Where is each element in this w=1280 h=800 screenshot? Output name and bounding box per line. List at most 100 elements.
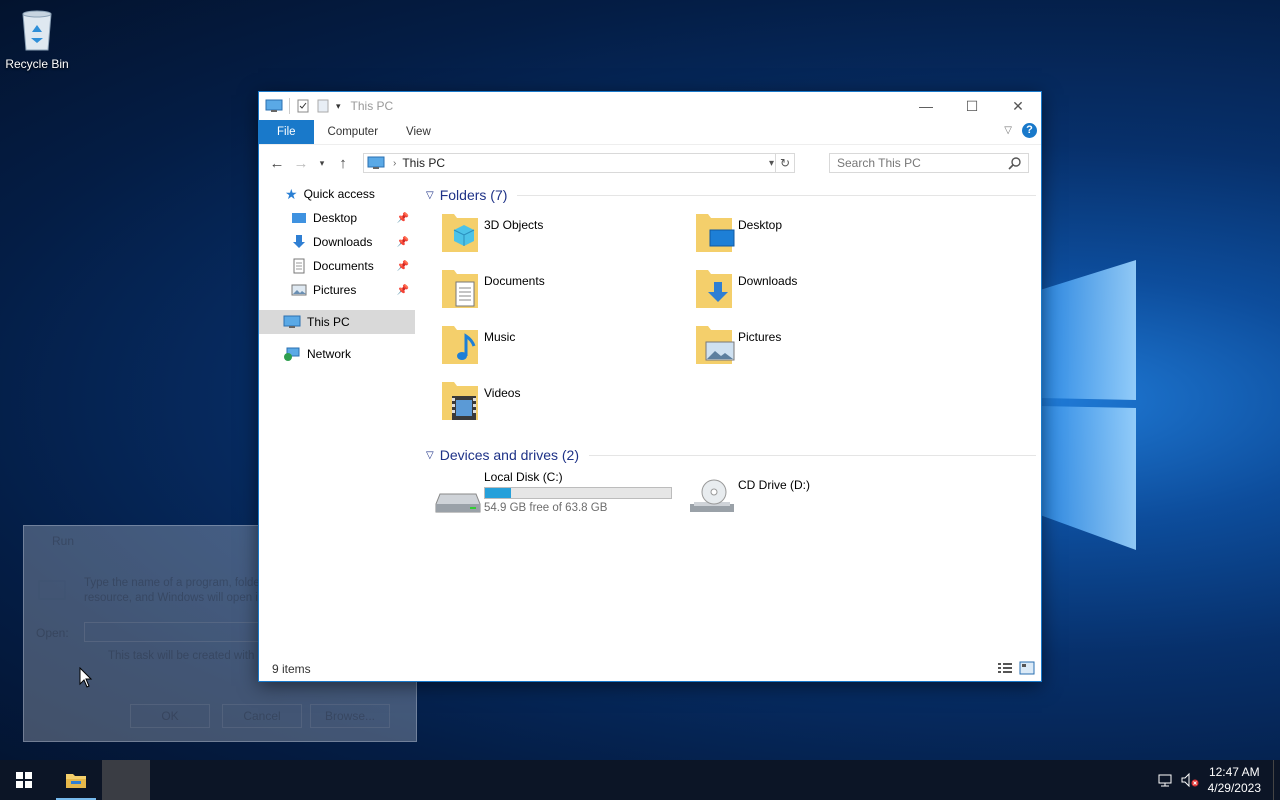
folder-label: 3D Objects [484, 218, 544, 232]
nav-label: Downloads [313, 235, 373, 249]
cd-drive-icon [690, 479, 734, 512]
pin-icon: 📌 [396, 284, 409, 296]
folder-pictures[interactable]: Pictures [692, 320, 946, 376]
breadcrumb-this-pc[interactable]: This PC [402, 156, 445, 170]
file-explorer-window: ▾ This PC — ☐ ✕ File Computer View ▽ ? ←… [258, 91, 1042, 682]
folder-label: Music [484, 330, 516, 344]
this-pc-icon [283, 315, 301, 328]
folders-header-label: Folders (7) [439, 187, 508, 203]
nav-network[interactable]: Network [259, 342, 415, 366]
refresh-icon[interactable]: ↻ [775, 154, 794, 172]
run-cancel-button[interactable]: Cancel [222, 704, 302, 728]
new-folder-icon[interactable] [316, 99, 330, 113]
nav-this-pc[interactable]: This PC [259, 310, 415, 334]
pin-icon: 📌 [396, 236, 409, 248]
folder-documents[interactable]: Documents [438, 264, 692, 320]
quick-access-toolbar: ▾ [259, 98, 341, 114]
taskbar: 12:47 AM 4/29/2023 [0, 760, 1280, 800]
customize-toolbar-chevron-icon[interactable]: ▾ [336, 101, 341, 112]
drive-usage-fill [485, 488, 512, 498]
navigation-bar: ← → ▾ ↑ › This PC ▾ ↻ [259, 145, 1041, 181]
address-bar[interactable]: › This PC ▾ ↻ [363, 153, 795, 173]
windows-wallpaper-logo [1040, 260, 1136, 550]
folders-grid: 3D Objects Desktop Documents Downloads M… [438, 208, 1036, 432]
volume-muted-icon[interactable] [1180, 772, 1200, 788]
toolbar-divider [289, 98, 290, 114]
nav-label: Desktop [313, 211, 358, 225]
folders-group-header[interactable]: ▽ Folders (7) [424, 182, 1036, 208]
drive-name: CD Drive (D:) [738, 478, 810, 492]
title-bar[interactable]: ▾ This PC — ☐ ✕ [259, 92, 1041, 120]
folder-downloads[interactable]: Downloads [692, 264, 946, 320]
large-icons-view-icon[interactable] [1019, 661, 1035, 675]
help-icon[interactable]: ? [1022, 123, 1037, 138]
recent-locations-chevron-icon[interactable]: ▾ [313, 158, 331, 169]
mouse-pointer-icon [79, 667, 93, 688]
back-button[interactable]: ← [265, 155, 289, 172]
item-count: 9 items [272, 662, 311, 676]
maximize-button[interactable]: ☐ [949, 92, 995, 120]
drive-name: Local Disk (C:) [484, 470, 563, 484]
details-view-icon[interactable] [997, 661, 1013, 675]
run-ok-button[interactable]: OK [130, 704, 210, 728]
address-dropdown-chevron-icon[interactable]: ▾ [769, 158, 774, 169]
downloads-icon [293, 235, 305, 248]
network-status-icon[interactable] [1156, 772, 1174, 788]
expand-ribbon-chevron-icon[interactable]: ▽ [1004, 125, 1012, 136]
taskbar-run-app[interactable] [102, 760, 150, 800]
group-divider [517, 194, 1036, 196]
ribbon-tabs: File Computer View ▽ ? [259, 120, 1041, 145]
folder-music[interactable]: Music [438, 320, 692, 376]
desktop-icon [292, 213, 306, 223]
nav-downloads[interactable]: Downloads 📌 [259, 230, 415, 254]
show-desktop-button[interactable] [1273, 760, 1280, 800]
start-button[interactable] [0, 760, 48, 800]
properties-icon[interactable] [296, 99, 310, 113]
hard-drive-icon [435, 493, 481, 513]
nav-quick-access[interactable]: ★ Quick access [259, 182, 415, 206]
drives-grid: Local Disk (C:) 54.9 GB free of 63.8 GB … [434, 468, 1036, 524]
folder-3d-objects[interactable]: 3D Objects [438, 208, 692, 264]
search-box[interactable] [829, 153, 1029, 173]
run-open-label: Open: [36, 626, 69, 640]
windows-start-icon [16, 772, 32, 788]
drive-usage-bar [484, 487, 672, 499]
minimize-button[interactable]: — [903, 92, 949, 120]
drives-group-header[interactable]: ▽ Devices and drives (2) [424, 442, 1036, 468]
drive-cd-d[interactable]: CD Drive (D:) [688, 468, 942, 524]
taskbar-file-explorer[interactable] [52, 760, 100, 800]
desktop-folder-icon [696, 214, 735, 252]
nav-label: Pictures [313, 283, 357, 297]
folder-label: Documents [484, 274, 545, 288]
clock[interactable]: 12:47 AM 4/29/2023 [1208, 764, 1261, 796]
recycle-bin-desktop-icon[interactable]: Recycle Bin [4, 8, 70, 71]
pictures-icon [291, 284, 307, 296]
nav-label: Quick access [303, 187, 375, 201]
nav-desktop[interactable]: Desktop 📌 [259, 206, 415, 230]
nav-documents[interactable]: Documents 📌 [259, 254, 415, 278]
close-button[interactable]: ✕ [995, 92, 1041, 120]
tab-computer[interactable]: Computer [314, 120, 393, 144]
drive-local-disk-c[interactable]: Local Disk (C:) 54.9 GB free of 63.8 GB [434, 468, 688, 524]
recycle-bin-label: Recycle Bin [5, 57, 69, 71]
search-input[interactable] [830, 155, 1009, 171]
folder-videos[interactable]: Videos [438, 376, 692, 432]
tab-file[interactable]: File [259, 120, 314, 144]
forward-button[interactable]: → [289, 155, 313, 172]
folder-desktop[interactable]: Desktop [692, 208, 946, 264]
collapse-chevron-icon[interactable]: ▽ [426, 450, 434, 461]
collapse-chevron-icon[interactable]: ▽ [426, 190, 434, 201]
content-pane: ▽ Folders (7) 3D Objects Desktop Documen… [424, 182, 1036, 662]
clock-time: 12:47 AM [1208, 765, 1260, 779]
pin-icon: 📌 [396, 212, 409, 224]
run-browse-button[interactable]: Browse... [310, 704, 390, 728]
up-button[interactable]: ↑ [331, 155, 355, 172]
downloads-folder-icon [696, 270, 732, 308]
nav-pictures[interactable]: Pictures 📌 [259, 278, 415, 302]
music-folder-icon [442, 326, 478, 364]
search-icon[interactable] [1008, 156, 1022, 170]
tab-view[interactable]: View [392, 120, 445, 144]
this-pc-address-icon [367, 156, 385, 169]
clock-date: 4/29/2023 [1207, 781, 1261, 795]
breadcrumb-chevron-icon[interactable]: › [393, 158, 396, 169]
